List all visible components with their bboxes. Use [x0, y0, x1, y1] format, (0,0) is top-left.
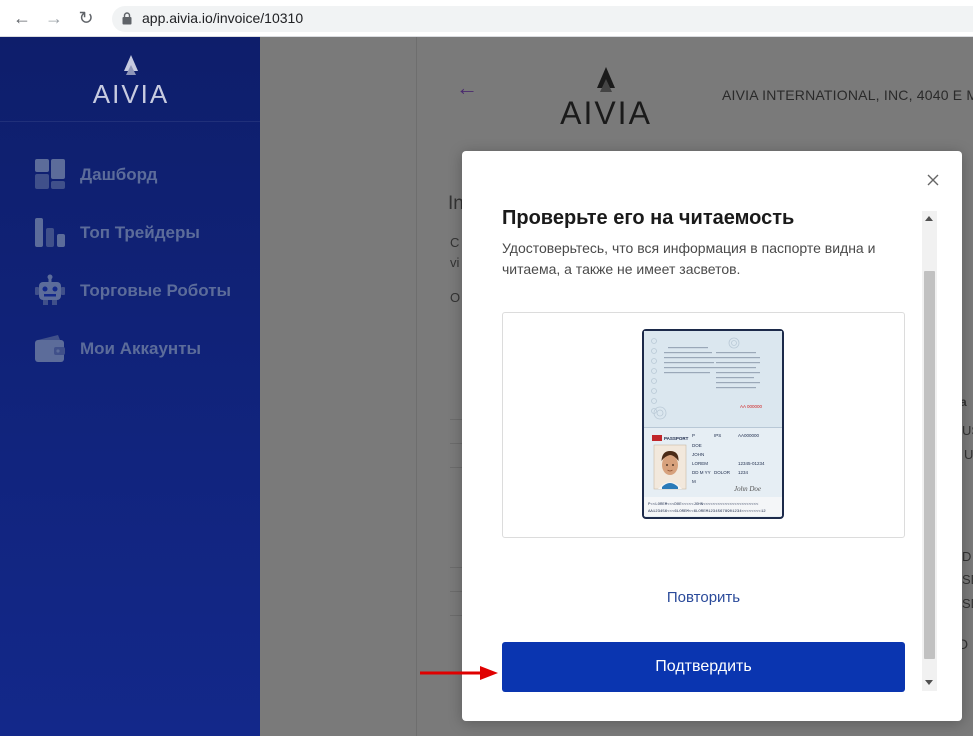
sidebar-item-top-traders[interactable]: Топ Трейдеры [34, 216, 254, 250]
svg-text:PASSPORT: PASSPORT [664, 436, 689, 441]
svg-text:DOLOR: DOLOR [714, 470, 731, 475]
svg-text:LOREM: LOREM [692, 461, 708, 466]
text-fragment: O [450, 290, 461, 305]
sidebar: AIVIA Дашборд Топ Трейдеры Торговые Робо… [0, 37, 260, 736]
sidebar-item-dashboard[interactable]: Дашборд [34, 158, 254, 192]
dashboard-icon [35, 159, 65, 189]
text-fragment: US [962, 423, 973, 438]
text-fragment: SD [962, 596, 973, 611]
svg-text:IPS: IPS [714, 433, 721, 438]
aivia-logo: AIVIA [560, 67, 652, 127]
content-divider [416, 37, 417, 736]
bar-chart-icon [35, 218, 65, 247]
sidebar-item-my-accounts[interactable]: Мои Аккаунты [34, 332, 254, 366]
text-fragment: vi [450, 255, 460, 270]
address-bar[interactable]: app.aivia.io/invoice/10310 [112, 6, 973, 32]
back-button[interactable]: ← [12, 8, 32, 28]
company-address: AIVIA INTERNATIONAL, INC, 4040 E M [722, 87, 973, 103]
lock-icon [122, 12, 132, 25]
svg-text:DOE: DOE [692, 443, 702, 448]
scroll-up-arrow-icon[interactable] [925, 216, 933, 221]
svg-text:John Doe: John Doe [734, 485, 761, 493]
passport-preview: AA 000000 PASSPORT P IPS AA000000 DOE JO… [502, 312, 905, 538]
modal-title: Проверьте его на читаемость [502, 207, 795, 229]
svg-text:M: M [692, 479, 696, 484]
scroll-down-arrow-icon[interactable] [925, 680, 933, 685]
robot-icon [35, 274, 65, 305]
text-fragment: U [964, 447, 973, 462]
reload-button[interactable]: ↻ [76, 8, 96, 28]
modal-scrollbar[interactable] [922, 211, 937, 691]
sidebar-item-label: Торговые Роботы [80, 281, 232, 300]
passport-check-modal: Проверьте его на читаемость Удостоверьте… [462, 151, 962, 721]
logo-text: AIVIA [560, 95, 652, 127]
close-icon[interactable] [926, 173, 940, 187]
annotation-arrow-icon [420, 666, 498, 680]
logo-text: AIVIA [93, 79, 169, 109]
text-fragment: C [450, 235, 460, 250]
back-arrow-icon[interactable]: ← [456, 75, 478, 101]
svg-text:1234: 1234 [738, 470, 749, 475]
text-fragment: SD [962, 572, 973, 587]
svg-text:P<<LOREM<<<DOE<<<<<JOHN<<<<<<<: P<<LOREM<<<DOE<<<<<JOHN<<<<<<<<<<<<<<<<<… [648, 502, 759, 507]
sidebar-item-trading-robots[interactable]: Торговые Роботы [34, 274, 254, 308]
forward-arrow-icon: → [45, 8, 63, 28]
svg-text:AA 000000: AA 000000 [740, 404, 763, 409]
reload-icon: ↻ [78, 8, 94, 28]
sidebar-item-label: Дашборд [80, 165, 158, 184]
sidebar-item-label: Мои Аккаунты [80, 339, 202, 358]
sidebar-item-label: Топ Трейдеры [80, 223, 200, 242]
scroll-thumb[interactable] [924, 271, 935, 659]
svg-text:12345-01234: 12345-01234 [738, 461, 765, 466]
text-fragment: D [962, 549, 972, 564]
wallet-icon [35, 335, 65, 362]
svg-text:AA123456<<<6LOREM<<6LOREM12345: AA123456<<<6LOREM<<6LOREM12345678901234<… [648, 509, 766, 514]
svg-text:DD M YY: DD M YY [692, 470, 711, 475]
passport-image: AA 000000 PASSPORT P IPS AA000000 DOE JO… [642, 329, 784, 519]
modal-description: Удостоверьтесь, что вся информация в пас… [502, 240, 876, 277]
svg-text:AA000000: AA000000 [738, 433, 760, 438]
sidebar-divider [0, 121, 260, 122]
retry-link[interactable]: Повторить [462, 589, 945, 606]
aivia-logo: AIVIA [93, 55, 169, 109]
svg-text:JOHN: JOHN [692, 452, 704, 457]
browser-toolbar: ← → ↻ app.aivia.io/invoice/10310 [0, 0, 973, 37]
forward-button[interactable]: → [44, 8, 64, 28]
url-text: app.aivia.io/invoice/10310 [142, 10, 304, 26]
svg-text:P: P [692, 433, 695, 438]
confirm-button[interactable]: Подтвердить [502, 642, 905, 692]
back-arrow-icon: ← [13, 8, 31, 28]
